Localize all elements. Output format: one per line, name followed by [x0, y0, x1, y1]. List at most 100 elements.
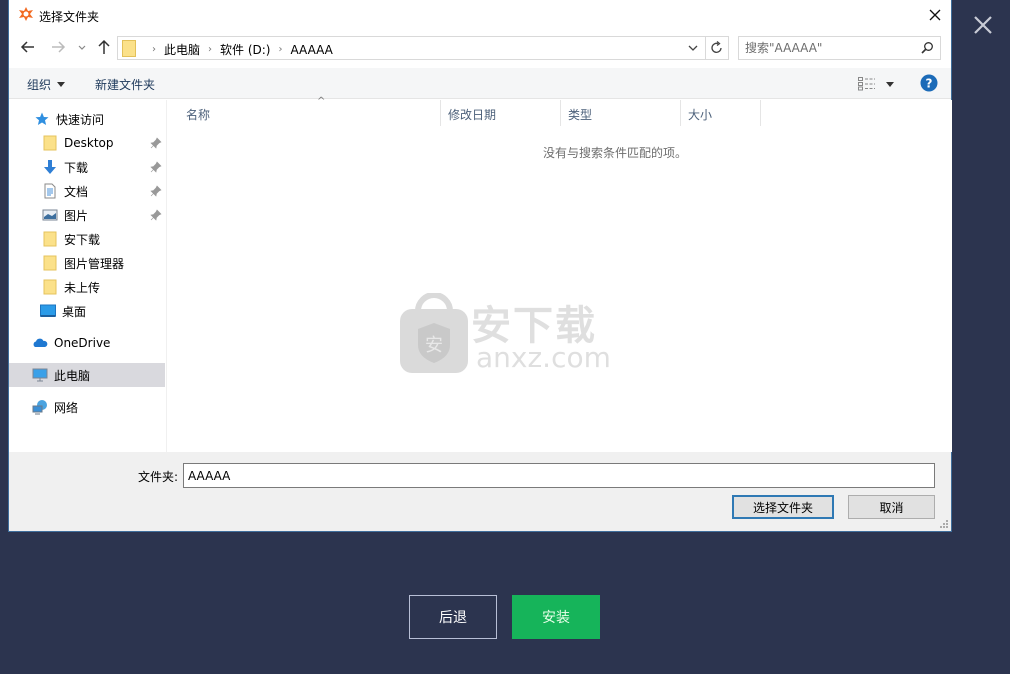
new-folder-button[interactable]: 新建文件夹 [95, 76, 155, 93]
sidebar-label: 桌面 [62, 304, 87, 319]
sidebar-item-downloads[interactable]: 下载 [9, 155, 165, 179]
organize-menu-button[interactable]: 组织 [27, 76, 66, 93]
dialog-title: 选择文件夹 [39, 10, 100, 24]
folder-name-input[interactable] [183, 463, 935, 488]
folder-icon [43, 255, 57, 271]
folder-icon [43, 135, 57, 151]
pin-icon [150, 161, 162, 173]
avast-logo-icon [19, 7, 33, 21]
details-view-icon [858, 77, 875, 91]
sidebar-item-this-pc[interactable]: 此电脑 [9, 363, 165, 387]
sidebar-item-anxz[interactable]: 安下载 [9, 227, 165, 251]
sidebar-label: OneDrive [54, 336, 111, 350]
column-label: 类型 [568, 108, 593, 122]
picture-icon [42, 209, 58, 221]
cancel-label: 取消 [879, 500, 904, 515]
caret-down-icon [886, 81, 894, 87]
navigation-pane: 快速访问 Desktop 下载 文档 图片 安下载 图片管理器 未上传 桌面 O… [9, 100, 167, 452]
caret-down-icon [57, 82, 66, 87]
search-icon [921, 42, 933, 54]
search-input[interactable] [745, 40, 915, 56]
back-button-installer[interactable]: 后退 [409, 595, 497, 639]
breadcrumb-separator: › [278, 44, 283, 55]
sidebar-item-network[interactable]: 网络 [9, 395, 165, 419]
title-bar: 选择文件夹 [9, 0, 951, 32]
sidebar-label: 快速访问 [56, 112, 105, 127]
chevron-down-icon [688, 45, 698, 51]
file-list: ^ 名称 修改日期 类型 大小 没有与搜索条件匹配的项。 安 安下载 anxz.… [168, 96, 952, 452]
sidebar-item-onedrive[interactable]: OneDrive [9, 331, 165, 355]
recent-locations-button[interactable] [71, 36, 86, 58]
install-label: 安装 [542, 610, 570, 626]
breadcrumb-separator: › [152, 44, 156, 55]
column-header-date-modified[interactable]: 修改日期 [441, 100, 561, 126]
desktop-icon [40, 304, 56, 317]
empty-results-message: 没有与搜索条件匹配的项。 [542, 146, 687, 160]
sidebar-label: Desktop [64, 136, 114, 150]
select-folder-label: 选择文件夹 [752, 500, 813, 515]
cancel-button[interactable]: 取消 [848, 495, 935, 519]
column-header-name[interactable]: ^ 名称 [179, 96, 441, 126]
back-label: 后退 [439, 610, 467, 626]
sidebar-label: 未上传 [64, 280, 101, 295]
command-toolbar: 组织 新建文件夹 ? [9, 68, 951, 99]
breadcrumb-this-pc[interactable]: 此电脑 [164, 41, 200, 58]
sidebar-item-desktop[interactable]: Desktop [9, 131, 165, 155]
svg-text:安: 安 [425, 335, 443, 356]
new-folder-label: 新建文件夹 [95, 78, 156, 92]
sidebar-label: 此电脑 [54, 368, 91, 383]
select-folder-button[interactable]: 选择文件夹 [732, 495, 834, 519]
back-button[interactable] [17, 36, 39, 58]
forward-button[interactable] [47, 36, 69, 58]
document-icon [44, 183, 56, 199]
breadcrumb-current-folder[interactable]: AAAAA [290, 43, 332, 57]
sidebar-label: 图片 [64, 208, 89, 223]
folder-icon [43, 231, 57, 247]
sidebar-item-picture-manager[interactable]: 图片管理器 [9, 251, 165, 275]
change-view-button[interactable] [858, 76, 896, 92]
address-history-button[interactable] [684, 39, 702, 57]
pin-icon [150, 137, 162, 149]
resize-grip-icon[interactable] [939, 519, 949, 529]
sidebar-item-desktop-cn[interactable]: 桌面 [9, 299, 165, 323]
navigation-bar: › 此电脑 › 软件 (D:) › AAAAA [9, 34, 951, 62]
folder-field-label: 文件夹: [138, 470, 179, 484]
arrow-right-icon [52, 41, 66, 53]
select-folder-dialog: 选择文件夹 › 此电脑 › 软件 (D:) › AAAAA 搜索"AAAAA" … [8, 0, 952, 532]
pin-icon [150, 185, 162, 197]
close-icon [929, 9, 941, 21]
installer-close-button[interactable] [970, 12, 996, 38]
sidebar-label: 下载 [64, 160, 89, 175]
sidebar-item-pictures[interactable]: 图片 [9, 203, 165, 227]
sidebar-label: 安下载 [64, 232, 101, 247]
sort-ascending-icon: ^ [317, 96, 326, 107]
shopping-bag-logo-icon: 安 [400, 292, 468, 373]
dialog-close-button[interactable] [923, 3, 947, 27]
sidebar-item-quick-access[interactable]: 快速访问 [9, 107, 165, 131]
refresh-icon [711, 41, 722, 53]
close-icon [974, 16, 992, 34]
watermark: 安 安下载 anxz.com [398, 292, 613, 375]
address-bar[interactable]: › 此电脑 › 软件 (D:) › AAAAA [117, 36, 729, 60]
breadcrumb-separator: › [208, 44, 213, 55]
svg-text:?: ? [926, 77, 933, 91]
column-header-size[interactable]: 大小 [681, 100, 761, 126]
breadcrumb: › 此电脑 › 软件 (D:) › AAAAA [144, 41, 333, 58]
dialog-footer: 文件夹: 选择文件夹 取消 [9, 452, 951, 531]
network-icon [32, 400, 47, 415]
breadcrumb-drive-d[interactable]: 软件 (D:) [220, 41, 270, 58]
column-header-type[interactable]: 类型 [561, 100, 681, 126]
search-box[interactable] [738, 36, 941, 60]
pin-icon [150, 209, 162, 221]
install-button[interactable]: 安装 [512, 595, 600, 639]
refresh-button[interactable] [708, 39, 726, 57]
sidebar-item-documents[interactable]: 文档 [9, 179, 165, 203]
divider [705, 37, 706, 59]
up-button[interactable] [93, 36, 115, 58]
column-label: 大小 [688, 108, 713, 122]
arrow-up-icon [98, 39, 110, 54]
column-label: 修改日期 [448, 108, 497, 122]
help-icon[interactable]: ? [920, 74, 938, 92]
sidebar-item-not-uploaded[interactable]: 未上传 [9, 275, 165, 299]
arrow-left-icon [20, 41, 34, 53]
